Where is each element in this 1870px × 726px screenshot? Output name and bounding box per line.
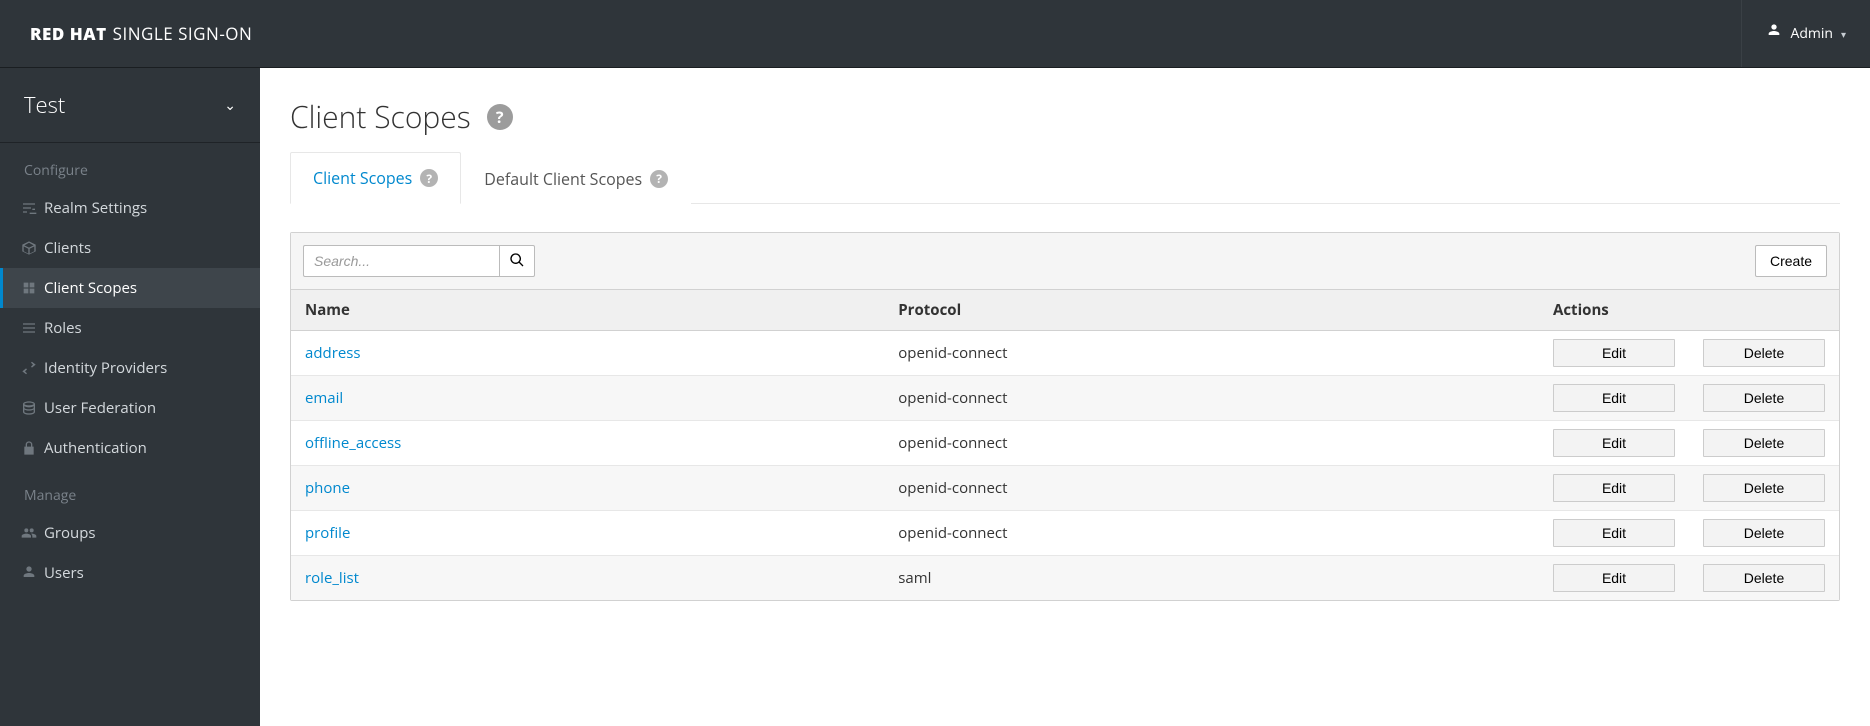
tab-client-scopes[interactable]: Client Scopes ?	[290, 152, 461, 204]
search-button[interactable]	[499, 245, 535, 277]
list-icon	[20, 320, 38, 336]
scope-link[interactable]: profile	[305, 523, 350, 543]
protocol-cell: openid-connect	[884, 466, 1539, 511]
sidebar-item-client-scopes[interactable]: Client Scopes	[0, 268, 260, 308]
protocol-cell: saml	[884, 556, 1539, 601]
chevron-down-icon: ⌄	[224, 96, 236, 115]
sidebar-item-label: Realm Settings	[44, 198, 147, 218]
edit-button[interactable]: Edit	[1553, 429, 1675, 457]
scopes-icon	[20, 280, 38, 296]
scope-link[interactable]: address	[305, 343, 361, 363]
sidebar-item-label: User Federation	[44, 398, 156, 418]
user-name: Admin	[1790, 24, 1833, 43]
table-row: offline_access openid-connect Edit Delete	[291, 421, 1839, 466]
col-actions-header: Actions	[1539, 290, 1839, 331]
help-icon[interactable]: ?	[487, 104, 513, 130]
sliders-icon	[20, 200, 38, 216]
section-manage-label: Manage	[0, 468, 260, 513]
brand: RED HAT SINGLE SIGN-ON	[0, 22, 252, 45]
topbar: RED HAT SINGLE SIGN-ON Admin ▾	[0, 0, 1870, 68]
sidebar-item-label: Groups	[44, 523, 96, 543]
brand-bold: RED HAT	[30, 22, 107, 45]
main-content: Client Scopes ? Client Scopes ? Default …	[260, 68, 1870, 726]
protocol-cell: openid-connect	[884, 421, 1539, 466]
scope-link[interactable]: offline_access	[305, 433, 401, 453]
client-scopes-table: Name Protocol Actions address openid-conn…	[291, 290, 1839, 600]
edit-button[interactable]: Edit	[1553, 519, 1675, 547]
sidebar-item-users[interactable]: Users	[0, 553, 260, 593]
edit-button[interactable]: Edit	[1553, 474, 1675, 502]
exchange-icon	[20, 360, 38, 376]
page-title: Client Scopes	[290, 96, 471, 137]
table-row: profile openid-connect Edit Delete	[291, 511, 1839, 556]
scope-link[interactable]: role_list	[305, 568, 359, 588]
edit-button[interactable]: Edit	[1553, 564, 1675, 592]
user-icon	[20, 565, 38, 581]
search-icon	[509, 252, 525, 271]
search-input[interactable]	[303, 245, 499, 277]
sidebar-item-label: Authentication	[44, 438, 147, 458]
section-configure-label: Configure	[0, 143, 260, 188]
sidebar-item-authentication[interactable]: Authentication	[0, 428, 260, 468]
table-panel: Create Name Protocol Actions address open…	[290, 232, 1840, 601]
edit-button[interactable]: Edit	[1553, 384, 1675, 412]
brand-light: SINGLE SIGN-ON	[113, 22, 253, 45]
sidebar-item-label: Identity Providers	[44, 358, 167, 378]
realm-name: Test	[24, 90, 65, 120]
page-title-row: Client Scopes ?	[290, 96, 1840, 137]
col-protocol-header: Protocol	[884, 290, 1539, 331]
realm-selector[interactable]: Test ⌄	[0, 68, 260, 143]
sidebar-item-realm-settings[interactable]: Realm Settings	[0, 188, 260, 228]
user-menu[interactable]: Admin ▾	[1742, 0, 1870, 67]
table-row: role_list saml Edit Delete	[291, 556, 1839, 601]
create-button[interactable]: Create	[1755, 245, 1827, 277]
protocol-cell: openid-connect	[884, 376, 1539, 421]
table-row: email openid-connect Edit Delete	[291, 376, 1839, 421]
protocol-cell: openid-connect	[884, 331, 1539, 376]
delete-button[interactable]: Delete	[1703, 384, 1825, 412]
group-icon	[20, 525, 38, 541]
sidebar-item-identity-providers[interactable]: Identity Providers	[0, 348, 260, 388]
col-name-header: Name	[291, 290, 884, 331]
sidebar-item-label: Clients	[44, 238, 91, 258]
search-group	[303, 245, 535, 277]
table-row: phone openid-connect Edit Delete	[291, 466, 1839, 511]
sidebar-item-groups[interactable]: Groups	[0, 513, 260, 553]
help-icon[interactable]: ?	[420, 169, 438, 187]
delete-button[interactable]: Delete	[1703, 339, 1825, 367]
sidebar-item-label: Users	[44, 563, 84, 583]
sidebar: Test ⌄ Configure Realm Settings Clients …	[0, 68, 260, 726]
help-icon[interactable]: ?	[650, 170, 668, 188]
scope-link[interactable]: email	[305, 388, 343, 408]
user-icon	[1766, 23, 1782, 44]
table-toolbar: Create	[291, 233, 1839, 290]
sidebar-item-roles[interactable]: Roles	[0, 308, 260, 348]
edit-button[interactable]: Edit	[1553, 339, 1675, 367]
sidebar-item-label: Roles	[44, 318, 82, 338]
scope-link[interactable]: phone	[305, 478, 350, 498]
sidebar-item-label: Client Scopes	[44, 278, 137, 298]
topbar-right: Admin ▾	[1741, 0, 1870, 67]
protocol-cell: openid-connect	[884, 511, 1539, 556]
sidebar-item-user-federation[interactable]: User Federation	[0, 388, 260, 428]
delete-button[interactable]: Delete	[1703, 474, 1825, 502]
lock-icon	[20, 440, 38, 456]
chevron-down-icon: ▾	[1841, 27, 1846, 41]
table-row: address openid-connect Edit Delete	[291, 331, 1839, 376]
delete-button[interactable]: Delete	[1703, 519, 1825, 547]
sidebar-item-clients[interactable]: Clients	[0, 228, 260, 268]
delete-button[interactable]: Delete	[1703, 564, 1825, 592]
tabs: Client Scopes ? Default Client Scopes ?	[290, 151, 1840, 204]
cube-icon	[20, 240, 38, 256]
delete-button[interactable]: Delete	[1703, 429, 1825, 457]
database-icon	[20, 400, 38, 416]
tab-label: Client Scopes	[313, 167, 412, 189]
tab-default-client-scopes[interactable]: Default Client Scopes ?	[461, 152, 691, 204]
tab-label: Default Client Scopes	[484, 168, 642, 190]
